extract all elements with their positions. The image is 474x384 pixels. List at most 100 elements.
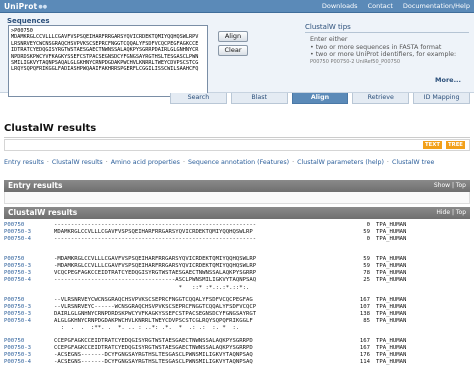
sequence-id-link[interactable]: P00750-3 xyxy=(4,270,54,277)
entry-name: TPA_HUMAN xyxy=(376,255,407,262)
alignment-row: P00750-4 --------------------------------… xyxy=(4,236,470,243)
residue-count: 138 xyxy=(359,311,370,318)
consensus-row xyxy=(4,244,470,251)
sequence-id-link[interactable]: P00750-3 xyxy=(4,352,54,359)
query-panel: Sequences >P00750 MDAMKRGLCCVLLLCGAVFVSP… xyxy=(0,13,474,97)
link-clustalw-results[interactable]: ClustalW results xyxy=(52,159,103,166)
sequence-id-link[interactable]: P00750-4 xyxy=(4,318,54,325)
alignment-row: P00750 ----------------------------------… xyxy=(4,222,470,229)
align-button[interactable]: Align xyxy=(218,31,248,42)
nav-downloads-link[interactable]: Downloads xyxy=(322,2,358,10)
sequence-id-link[interactable]: P00750-3 xyxy=(4,304,54,311)
residue-count: 85 xyxy=(363,318,370,325)
tips-divider xyxy=(305,32,469,33)
alignment-view: P00750 ----------------------------------… xyxy=(4,222,470,371)
sequence-id-link[interactable]: P00750-3 xyxy=(4,263,54,270)
alignment-row: P00750-3 -MDAMKRGLCCVLLLCGAVFVSPSQEIHARFR… xyxy=(4,263,470,270)
aligned-sequence: CCEPGFAGKCCEIDTRATCYEDQGISYRGTWSTAESGAEC… xyxy=(54,344,253,351)
alignment-row: P00750-3 MDAMKRGLCCVLLLCGAVFVSPSQEIHARFRR… xyxy=(4,229,470,236)
alignment-row: P00750-4 ALGLGKHNYCRNPDGDAKPWCHVLKNRRLTWE… xyxy=(4,318,470,325)
alignment-row: P00750-4 -ACSEGNS-------DCYFGNGSAYRGTHSLT… xyxy=(4,359,470,366)
text-format-button[interactable]: TEXT xyxy=(423,141,442,149)
residue-count: 0 xyxy=(366,222,370,228)
sequence-id-link[interactable]: P00750-3 xyxy=(4,345,54,352)
link-sequence-annotation[interactable]: Sequence annotation (Features) xyxy=(188,159,289,166)
alignment-block: P00750 ----------------------------------… xyxy=(4,222,470,251)
sequence-id-link xyxy=(4,285,54,292)
residue-count: 107 xyxy=(359,303,370,310)
uniprot-logo[interactable]: UniProt ●● xyxy=(4,1,47,12)
aligned-sequence: ----------------------------------------… xyxy=(54,222,257,228)
alignment-row: P00750-3 CCEPGFAGKCCEIDTRATCYEDQGISYRGTWS… xyxy=(4,345,470,352)
alignment-row: P00750-3 -ACSEGNS-------DCYFGNGSAYRGTHSLT… xyxy=(4,352,470,359)
tips-line: • two or more UniProt identifiers, for e… xyxy=(310,51,457,58)
sequences-label: Sequences xyxy=(7,17,50,25)
sequence-id-link[interactable]: P00750 xyxy=(4,338,54,345)
sequence-textarea[interactable]: >P00750 MDAMKRGLCCVLLLCGAVFVSPSQEIHARFRR… xyxy=(8,25,208,97)
sequence-id-link[interactable]: P00750-3 xyxy=(4,311,54,318)
residue-count: 167 xyxy=(359,337,370,344)
entry-name: TPA_HUMAN xyxy=(376,311,407,318)
residue-count: 114 xyxy=(359,359,370,366)
entry-results-body xyxy=(4,192,470,204)
residue-count xyxy=(340,325,370,332)
result-action-bar xyxy=(4,139,470,151)
sequence-id-link[interactable]: P00750-4 xyxy=(4,277,54,284)
alignment-block: P00750 -MDAMKRGLCCVLLLCGAVFVSPSQEIHARFRRG… xyxy=(4,256,470,292)
clustalw-tips: ClustalW tips Enter either • two or more… xyxy=(305,23,469,89)
entry-name: TPA_HUMAN xyxy=(376,318,407,325)
aligned-sequence: * ::* :*.:.:*.::*:. xyxy=(54,284,253,291)
alignment-row: P00750-4 --------------------------------… xyxy=(4,277,470,284)
link-entry-results[interactable]: Entry results xyxy=(4,159,44,166)
sequence-id-link[interactable]: P00750 xyxy=(4,222,54,229)
entry-name xyxy=(370,244,430,251)
residue-count: 167 xyxy=(359,344,370,351)
entry-name xyxy=(370,285,430,292)
entry-name: TPA_HUMAN xyxy=(376,270,407,277)
results-nav-links: Entry results · ClustalW results · Amino… xyxy=(4,159,435,166)
tree-format-button[interactable]: TREE xyxy=(446,141,465,149)
sequence-id-link[interactable]: P00750-4 xyxy=(4,236,54,243)
entry-show-top-links[interactable]: Show | Top xyxy=(434,182,466,189)
alignment-block: P00750 CCEPGFAGKCCEIDTRATCYEDQGISYRGTWSTA… xyxy=(4,338,470,367)
tab-blast[interactable]: Blast xyxy=(230,93,288,104)
aligned-sequence: -MDAMKRGLCCVLLLCGAVFVSPSQEIHARFRRGARSYQV… xyxy=(54,255,257,262)
tab-retrieve[interactable]: Retrieve xyxy=(352,93,410,104)
sequence-id-link[interactable]: P00750 xyxy=(4,256,54,263)
sequence-id-link[interactable]: P00750-3 xyxy=(4,229,54,236)
entry-name: TPA_HUMAN xyxy=(376,344,407,351)
aligned-sequence: MDAMKRGLCCVLLLCGAVFVSPSQEIHARFRRGARSYQVI… xyxy=(54,229,253,236)
aligned-sequence: : . . :**. . *. .. : ..*: .*. * .: .: :.… xyxy=(54,325,253,332)
sequence-id-link[interactable]: P00750-4 xyxy=(4,359,54,366)
clustalw-hide-top-links[interactable]: Hide | Top xyxy=(436,209,466,216)
more-tips-link[interactable]: More... xyxy=(435,76,461,84)
sequence-id-link[interactable]: P00750 xyxy=(4,297,54,304)
alignment-row: P00750-3 --VLRSNRVEYC------WCNSGRAQCHSVPV… xyxy=(4,304,470,311)
entry-name: TPA_HUMAN xyxy=(376,229,407,236)
alignment-row: P00750 -MDAMKRGLCCVLLLCGAVFVSPSQEIHARFRRG… xyxy=(4,256,470,263)
entry-name xyxy=(370,325,430,332)
tab-id-mapping[interactable]: ID Mapping xyxy=(413,93,470,104)
tab-search[interactable]: Search xyxy=(170,93,227,104)
tab-align[interactable]: Align xyxy=(291,93,349,104)
consensus-row: * ::* :*.:.:*.::*:. xyxy=(4,285,470,292)
residue-count: 78 xyxy=(363,270,370,277)
tips-line: • two or more sequences in FASTA format xyxy=(310,43,442,51)
residue-count: 59 xyxy=(363,255,370,262)
nav-contact-link[interactable]: Contact xyxy=(368,2,393,10)
link-clustalw-tree[interactable]: ClustalW tree xyxy=(392,159,434,166)
aligned-sequence: VCQCPEGFAGKCCEIDTRATCYEDQGISYRGTWSTAESGA… xyxy=(54,270,257,277)
link-clustalw-parameters[interactable]: ClustalW parameters (help) xyxy=(297,159,384,166)
aligned-sequence: DAIRLGLGNHNYCRNPDRDSKPWCYVFKAGKYSSEFCSTP… xyxy=(54,311,257,318)
sequence-id-link xyxy=(4,325,54,332)
tips-title: ClustalW tips xyxy=(305,23,469,31)
alignment-row: P00750 --VLRSNRVEYCWCNSGRAQCHSVPVKSCSEPRC… xyxy=(4,297,470,304)
residue-count: 176 xyxy=(359,352,370,358)
entry-name: TPA_HUMAN xyxy=(376,337,407,344)
aligned-sequence: CCEPGFAGKCCEIDTRATCYEDQGISYRGTWSTAESGAEC… xyxy=(54,337,253,344)
clear-button[interactable]: Clear xyxy=(218,45,248,56)
entry-name: TPA_HUMAN xyxy=(376,262,407,269)
consensus-row: : . . :**. . *. .. : ..*: .*. * .: .: :.… xyxy=(4,325,470,332)
nav-documentation-link[interactable]: Documentation/Help xyxy=(403,2,470,10)
link-amino-acid-properties[interactable]: Amino acid properties xyxy=(111,159,180,166)
